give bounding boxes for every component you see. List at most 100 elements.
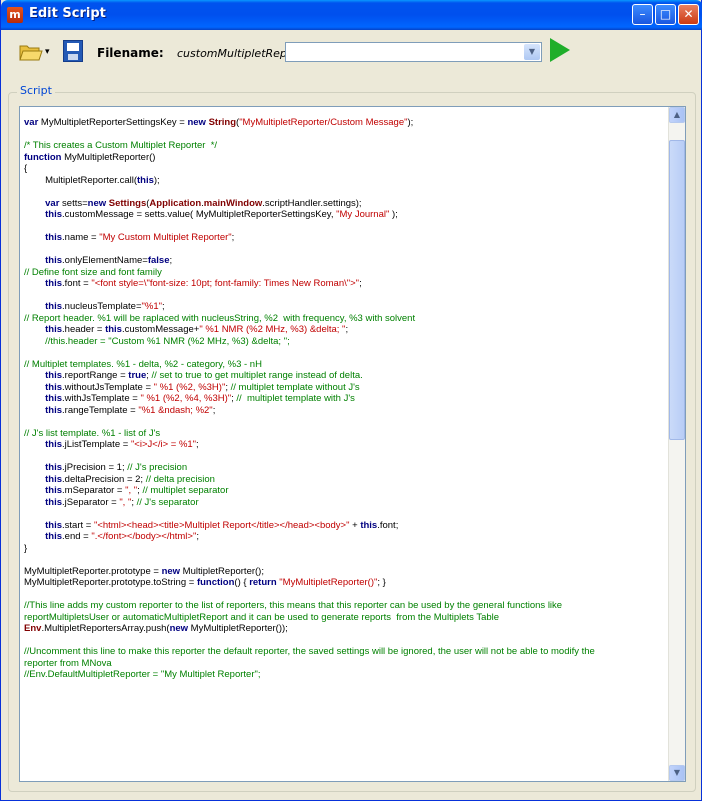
chevron-down-icon[interactable]: ▼ (524, 44, 540, 60)
code-token: // multiplet separator (142, 485, 229, 496)
scroll-thumb[interactable] (669, 140, 685, 441)
maximize-button[interactable]: □ (655, 4, 676, 25)
code-token: // multiplet template with J's (236, 393, 355, 404)
code-line: this.rangeTemplate = "%1 &ndash; %2"; (24, 405, 664, 417)
code-line: this.nucleusTemplate="%1"; (24, 301, 664, 313)
code-line: this.deltaPrecision = 2; // delta precis… (24, 474, 664, 486)
code-token: new (87, 197, 107, 209)
code-token: //This line adds my custom reporter to t… (24, 600, 563, 611)
code-token: // delta precision (145, 473, 215, 485)
code-token: ", " (125, 485, 138, 496)
code-line: this.onlyElementName=false; (24, 255, 664, 267)
code-token: // J's precision (127, 462, 188, 473)
minimize-button[interactable]: – (632, 4, 653, 25)
code-line: this.withoutJsTemplate = " %1 (%2, %3H)"… (24, 382, 664, 394)
code-token: .header = (62, 324, 106, 335)
code-token: this (45, 439, 63, 450)
code-line: this.reportRange = true; // set to true … (24, 370, 664, 382)
code-token: "<font style=\"font-size: 10pt; font-fam… (91, 278, 360, 289)
code-token: .name = (62, 232, 100, 243)
code-line: // Report header. %1 will be raplaced wi… (24, 313, 664, 325)
code-text[interactable]: var MyMultipletReporterSettingsKey = new… (24, 117, 664, 681)
code-token: "<html><head><title>Multiplet Report</ti… (93, 519, 350, 531)
code-line: this.mSeparator = ", "; // multiplet sep… (24, 485, 664, 497)
code-line: this.header = this.customMessage+" %1 NM… (24, 324, 664, 336)
code-token: new (187, 117, 206, 128)
code-line: this.name = "My Custom Multiplet Reporte… (24, 232, 664, 244)
code-line: { (24, 163, 664, 175)
code-token: MultipletReporter(); (180, 565, 264, 577)
code-token: .start = (62, 519, 94, 531)
code-token: this (45, 255, 63, 266)
code-token: ; (231, 232, 235, 243)
code-line: this .start = "<html><head><title>Multipl… (24, 520, 664, 532)
code-token: // Report header. %1 will be raplaced wi… (24, 312, 416, 324)
code-token: " %1 (%2, %3H)" (153, 381, 226, 393)
code-token: this (360, 519, 378, 531)
code-token: { (24, 163, 28, 174)
folder-icon[interactable] (19, 42, 43, 62)
scroll-up-button[interactable]: ▲ (669, 107, 685, 123)
code-editor[interactable]: var MyMultipletReporterSettingsKey = new… (19, 106, 686, 782)
code-token: MyMultipletReporter()); (188, 623, 288, 634)
code-token: .onlyElementName= (62, 255, 148, 266)
script-combo[interactable]: ▼ (285, 42, 542, 62)
code-token: this (45, 404, 63, 416)
code-token: this (45, 278, 63, 289)
save-icon[interactable] (63, 40, 83, 62)
code-token: " %1 (%2, %4, %3H)" (140, 393, 232, 404)
code-token: ; } (377, 577, 386, 588)
code-token: function (24, 151, 62, 163)
code-token: this (45, 370, 63, 381)
title-bar[interactable]: m Edit Script – □ ✕ (1, 0, 702, 30)
code-token: Env (24, 623, 42, 634)
code-token: " %1 NMR (%2 MHz, %3) &delta; " (199, 324, 346, 335)
code-token: "%1" (141, 301, 162, 312)
code-token: function (196, 577, 235, 588)
code-line: //This line adds my custom reporter to t… (24, 600, 664, 612)
close-button[interactable]: ✕ (678, 4, 699, 25)
scroll-down-button[interactable]: ▼ (669, 765, 685, 781)
code-token: .end = (62, 531, 92, 542)
vertical-scrollbar[interactable]: ▲ ▼ (668, 107, 685, 781)
code-token: MultipletReporter.call( (24, 174, 137, 186)
code-token: new (161, 565, 181, 577)
code-token: setts= (59, 197, 88, 209)
open-dropdown-arrow[interactable]: ▾ (45, 47, 50, 57)
code-line: //this.header = "Custom %1 NMR (%2 MHz, … (24, 336, 664, 348)
code-token: this (45, 485, 63, 496)
code-token: MyMultipletReporter() (61, 151, 156, 163)
code-line: var MyMultipletReporterSettingsKey = new… (24, 117, 664, 129)
code-line: } (24, 543, 664, 555)
code-line: // Define font size and font family (24, 267, 664, 279)
code-token: .nucleusTemplate= (62, 301, 142, 312)
script-group-title: Script (17, 84, 55, 97)
code-token: this (45, 462, 63, 473)
code-token: this (45, 393, 63, 404)
code-line: //Env.DefaultMultipletReporter = "My Mul… (24, 669, 664, 681)
code-token: return (249, 577, 277, 588)
code-token: ", " (119, 496, 132, 508)
code-line: this.customMessage = setts.value( MyMult… (24, 209, 664, 221)
code-token: ".</font></body></html>" (91, 531, 197, 542)
code-token: "%1 &ndash; %2" (138, 404, 213, 416)
play-icon[interactable] (550, 38, 570, 62)
code-token: //Uncomment this line to make this repor… (24, 646, 595, 657)
code-token: Application (149, 197, 202, 209)
code-token: String (208, 117, 237, 128)
code-token: ); (153, 174, 160, 186)
code-token: ; (212, 404, 216, 416)
code-token: //this.header = "Custom %1 NMR (%2 MHz, … (24, 335, 290, 347)
